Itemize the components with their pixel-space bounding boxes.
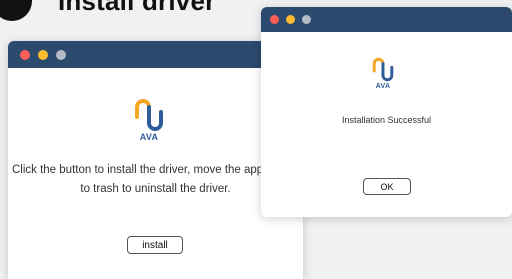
ava-logo: AVA bbox=[134, 99, 164, 142]
ava-logo-icon bbox=[372, 57, 394, 82]
logo-text: AVA bbox=[375, 83, 391, 90]
minimize-dialog-button[interactable] bbox=[286, 15, 295, 24]
zoom-dialog-button[interactable] bbox=[302, 15, 311, 24]
install-instructions: Click the button to install the driver, … bbox=[11, 164, 300, 195]
zoom-window-button[interactable] bbox=[56, 49, 66, 60]
ava-logo: AVA bbox=[372, 57, 394, 90]
close-window-button[interactable] bbox=[20, 49, 30, 60]
logo-text: AVA bbox=[139, 132, 159, 142]
ava-logo-icon bbox=[135, 99, 163, 131]
success-dialog: AVA Installation Successful OK bbox=[261, 7, 512, 217]
window-titlebar bbox=[8, 41, 303, 68]
dialog-titlebar bbox=[261, 7, 512, 32]
minimize-window-button[interactable] bbox=[38, 49, 48, 60]
ok-button[interactable]: OK bbox=[363, 178, 411, 195]
page-title: Install driver bbox=[58, 0, 216, 16]
page-heading: Install driver bbox=[0, 0, 216, 21]
install-button[interactable]: install bbox=[127, 236, 183, 254]
status-message: Installation Successful bbox=[341, 115, 432, 125]
installer-window: AVA Click the button to install the driv… bbox=[8, 41, 303, 279]
close-dialog-button[interactable] bbox=[270, 15, 279, 24]
step-badge bbox=[0, 0, 32, 21]
